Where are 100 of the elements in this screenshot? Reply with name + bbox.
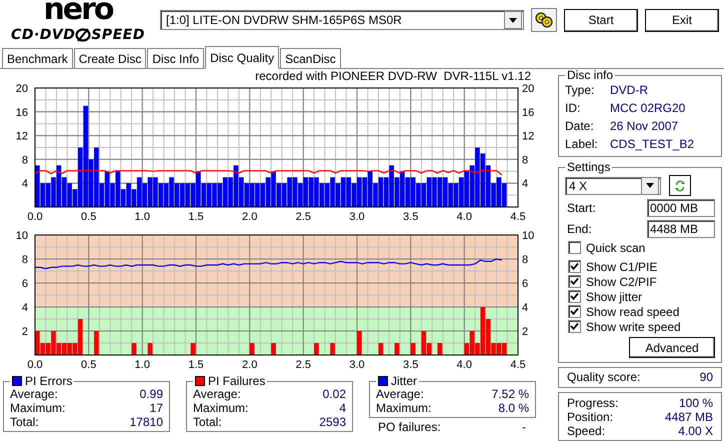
panel-title: Jitter [391,375,418,387]
stat-label: Average: [376,387,424,401]
advanced-button[interactable]: Advanced [629,337,715,358]
axis-label: 3.5 [403,359,418,371]
logo-brand: nero [43,0,113,26]
axis-label: 3.5 [403,211,418,223]
axis-label: 10 [522,230,534,242]
tab[interactable]: ScanDisc [280,48,341,68]
progress-label: Position: [567,410,614,424]
info-value: MCC 02RG20 [610,100,686,117]
exit-button[interactable]: Exit [645,8,719,32]
axis-label: 1.0 [134,359,150,371]
drive-select[interactable]: [1:0] LITE-ON DVDRW SHM-165P6S MS0R [160,10,524,30]
disc-slash-icon [75,28,92,42]
axis-label: 16 [16,106,28,119]
checkbox[interactable] [568,305,581,318]
axis-label: 4 [22,178,28,190]
checkbox[interactable] [568,275,581,288]
tab[interactable]: Disc Quality [205,46,280,69]
checkbox[interactable] [568,320,581,333]
info-label: Type: [565,82,596,99]
tab[interactable]: Disc Info [147,48,204,68]
field-label: Start: [567,201,596,215]
dropdown-arrow-icon [646,183,654,188]
axis-label: 2.5 [296,211,311,223]
checkbox[interactable] [568,260,581,273]
logo-product: SPEED [91,26,145,42]
stat-value: 4 [339,401,346,415]
axis-label: 20 [16,83,28,95]
chart-bar [250,343,254,355]
refresh-icon [674,178,686,194]
stat-value: 7.52 % [492,387,529,401]
info-value: CDS_TEST_B2 [610,136,694,153]
stat-label: Total: [193,415,222,429]
axis-label: 2.0 [242,359,258,371]
dropdown-arrow-icon [509,18,517,22]
stat-value: 17810 [130,415,163,429]
axis-label: 6 [522,278,528,290]
checkbox[interactable] [568,241,581,254]
checkbox-label: Quick scan [586,240,646,254]
chart-bar [132,343,136,355]
chart-bar [438,343,442,355]
axis-label: 16 [522,106,534,119]
refresh-button[interactable] [669,175,691,196]
stat-label: Average: [10,387,58,401]
chart-bar [410,343,416,355]
axis-label: 10 [16,230,28,242]
stat-value: 0.99 [140,387,163,401]
end-field[interactable]: 4488 MB [647,220,715,238]
axis-label: 4.5 [510,211,526,223]
axis-label: 1.0 [134,211,150,223]
axis-label: 4.0 [456,359,472,371]
axis-label: 2.5 [296,359,311,371]
quality-label: Quality score: [567,370,640,385]
checkbox-label: Show jitter [586,290,642,304]
panel-title: Settings [567,161,610,173]
discs-button[interactable] [531,8,557,32]
axis-label: 2.0 [242,211,258,223]
chart-bar [394,343,400,355]
chart-title: recorded with PIONEER DVD-RW DVR-115L v1.12 [255,69,531,83]
tab[interactable]: Benchmark [2,48,73,68]
axis-label: 8 [522,154,528,166]
quality-value: 90 [700,370,713,385]
axis-label: 4.0 [456,211,472,223]
axis-label: 1.5 [188,211,204,223]
progress-label: Speed: [567,424,606,438]
axis-label: 2 [22,326,28,338]
checkbox-label: Show read speed [586,304,680,318]
checkbox-label: Show C1/PIE [586,260,658,274]
stat-label: PO failures: [378,420,441,434]
axis-label: 4.5 [510,359,526,371]
progress-value: 4.00 X [678,424,713,438]
stat-label: Total: [10,415,39,429]
axis-label: 20 [522,83,534,95]
stat-value: - [522,420,526,434]
stat-value: 17 [150,401,163,415]
axis-label: 3.0 [349,359,365,371]
speed-select[interactable]: 4 X [565,176,661,194]
start-field[interactable]: 0000 MB [647,199,715,217]
chart-bar [314,343,319,355]
checkbox-label: Show write speed [586,320,681,334]
axis-label: 0.5 [81,359,96,371]
stat-label: Average: [193,387,241,401]
start-button[interactable]: Start [564,8,638,32]
axis-label: 8 [522,254,528,266]
progress-label: Progress: [567,396,618,410]
axis-label: 12 [16,130,28,143]
chart-bar [190,343,196,355]
axis-label: 0.0 [27,359,43,371]
checkbox[interactable] [568,290,581,303]
axis-label: 4 [522,178,528,190]
logo-product: CD·DVD [11,26,76,42]
chart-bar [357,331,362,355]
axis-label: 0.0 [27,211,43,223]
axis-label: 12 [522,130,534,143]
axis-label: 3.0 [349,211,365,223]
panel-title: Disc info [567,69,614,81]
discs-icon [535,12,553,28]
axis-label: 8 [22,254,28,266]
tab[interactable]: Create Disc [74,48,146,68]
